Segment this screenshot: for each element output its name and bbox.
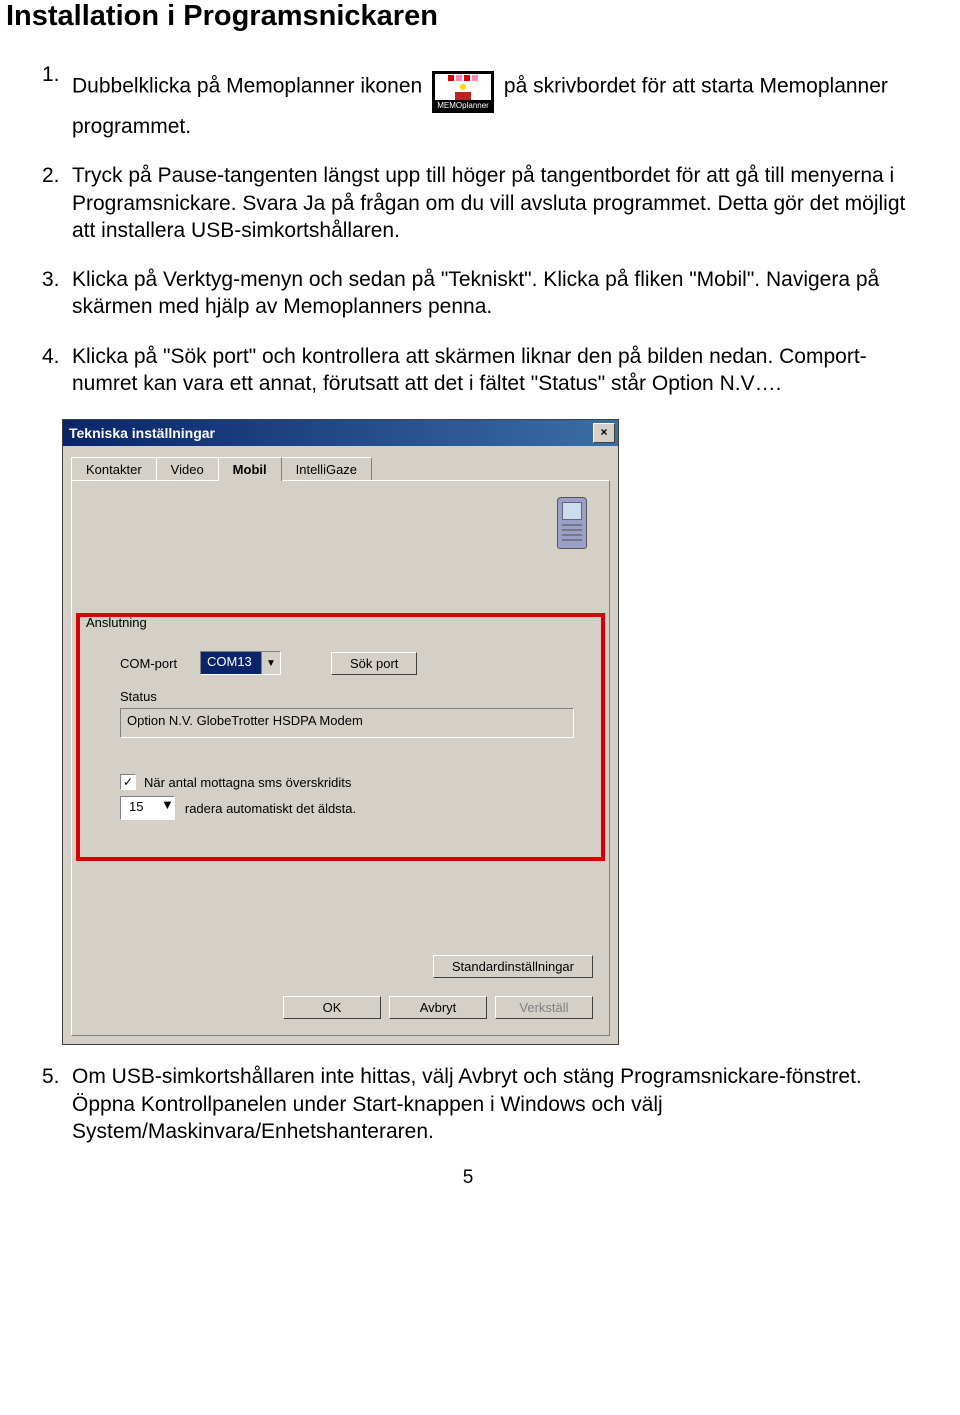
sms-overskrid-checkbox[interactable]: ✓ — [120, 774, 136, 790]
step-2: 2. Tryck på Pause-tangenten längst upp t… — [42, 162, 930, 244]
step-3-text: Klicka på Verktyg-menyn och sedan på "Te… — [72, 266, 930, 321]
comport-label: COM-port — [120, 656, 190, 671]
chevron-down-icon[interactable]: ▼ — [161, 797, 174, 819]
settings-dialog: Tekniska inställningar × Kontakter Video… — [62, 419, 619, 1045]
memoplanner-icon-label: MEMOplanner — [435, 100, 491, 110]
close-button[interactable]: × — [593, 423, 615, 443]
group-label-anslutning: Anslutning — [86, 615, 147, 630]
tab-mobil[interactable]: Mobil — [218, 457, 282, 481]
ok-button[interactable]: OK — [283, 996, 381, 1019]
page-number: 5 — [6, 1167, 930, 1189]
step-5-text: Om USB-simkortshållaren inte hittas, väl… — [72, 1063, 930, 1145]
step-3: 3. Klicka på Verktyg-menyn och sedan på … — [42, 266, 930, 321]
dialog-titlebar: Tekniska inställningar × — [63, 420, 618, 446]
step-number: 4. — [42, 343, 72, 370]
status-value: Option N.V. GlobeTrotter HSDPA Modem — [120, 708, 574, 738]
sms-overskrid-label: När antal mottagna sms överskridits — [144, 775, 351, 790]
tab-video[interactable]: Video — [156, 457, 219, 481]
tab-strip: Kontakter Video Mobil IntelliGaze — [63, 446, 618, 480]
step-4-text: Klicka på "Sök port" och kontrollera att… — [72, 343, 930, 398]
step-1: 1. Dubbelklicka på Memoplanner ikonen ME… — [42, 61, 930, 140]
standard-settings-button[interactable]: Standardinställningar — [433, 955, 593, 978]
step-number: 5. — [42, 1063, 72, 1090]
step-number: 3. — [42, 266, 72, 293]
step-number: 1. — [42, 61, 72, 88]
tab-intelligaze[interactable]: IntelliGaze — [281, 457, 372, 481]
step-4: 4. Klicka på "Sök port" och kontrollera … — [42, 343, 930, 398]
dialog-title: Tekniska inställningar — [69, 425, 215, 441]
sms-count-spinner[interactable]: 15 ▼ — [120, 796, 175, 820]
tab-panel-mobil: Anslutning COM-port COM13 ▼ Sök port Sta… — [71, 480, 610, 1036]
avbryt-button[interactable]: Avbryt — [389, 996, 487, 1019]
sms-count-value: 15 — [121, 797, 161, 819]
chevron-down-icon[interactable]: ▼ — [261, 652, 280, 674]
step-1-text-a: Dubbelklicka på Memoplanner ikonen — [72, 75, 422, 98]
sok-port-button[interactable]: Sök port — [331, 652, 417, 675]
comport-select[interactable]: COM13 ▼ — [200, 651, 281, 675]
tab-kontakter[interactable]: Kontakter — [71, 457, 157, 481]
step-number: 2. — [42, 162, 72, 189]
memoplanner-icon: MEMOplanner — [432, 61, 494, 113]
verkstall-button: Verkställ — [495, 996, 593, 1019]
highlighted-connection-group: Anslutning COM-port COM13 ▼ Sök port Sta… — [76, 613, 605, 861]
sms-count-label: radera automatiskt det äldsta. — [185, 801, 356, 816]
status-label: Status — [120, 689, 589, 704]
page-title: Installation i Programsnickaren — [6, 0, 930, 33]
comport-value: COM13 — [201, 652, 261, 674]
phone-icon — [557, 497, 587, 549]
step-5: 5. Om USB-simkortshållaren inte hittas, … — [42, 1063, 930, 1145]
step-2-text: Tryck på Pause-tangenten längst upp till… — [72, 162, 930, 244]
